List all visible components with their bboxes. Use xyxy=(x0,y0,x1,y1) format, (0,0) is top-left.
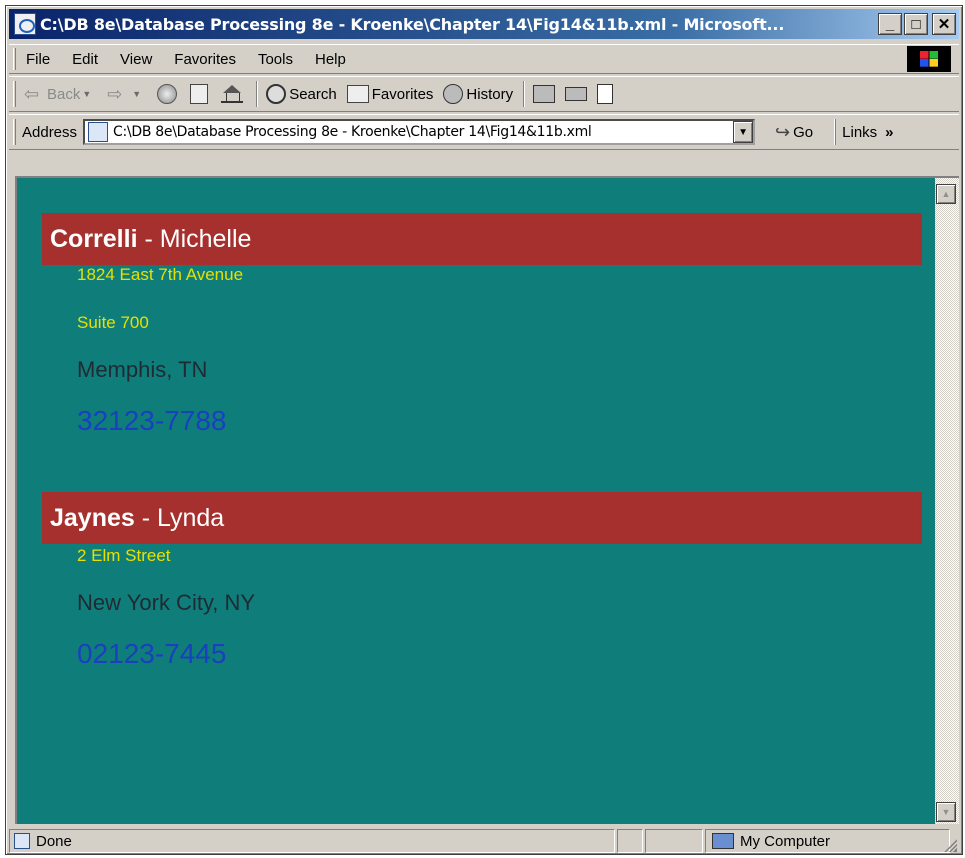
page-content: Correlli - Michelle 1824 East 7th Avenue… xyxy=(15,176,935,824)
status-pane: Done xyxy=(9,829,615,853)
close-button[interactable]: ✕ xyxy=(932,13,956,35)
menu-edit[interactable]: Edit xyxy=(72,51,98,68)
history-icon xyxy=(443,84,464,104)
first-name: Lynda xyxy=(157,503,225,532)
back-arrow-icon: ⇦ xyxy=(24,84,40,104)
history-button[interactable]: History xyxy=(443,84,513,104)
back-dropdown-icon[interactable]: ▼ xyxy=(82,89,91,99)
favorites-icon xyxy=(346,85,369,103)
go-label: Go xyxy=(793,123,814,141)
first-name: Michelle xyxy=(159,224,252,253)
name-separator: - xyxy=(137,224,160,253)
edit-icon[interactable] xyxy=(597,84,614,104)
refresh-icon xyxy=(190,84,209,104)
zip-code: 32123-7788 xyxy=(77,405,227,436)
toolbar-separator xyxy=(523,81,526,107)
search-label: Search xyxy=(289,85,337,103)
city-state: New York City, NY xyxy=(77,590,256,615)
address-label: Address xyxy=(22,123,78,141)
address-bar: Address C:\DB 8e\Database Processing 8e … xyxy=(9,114,959,150)
go-button[interactable]: ↪ Go xyxy=(775,122,813,143)
person-name-bar: Jaynes - Lynda xyxy=(42,492,922,544)
forward-dropdown-icon[interactable]: ▼ xyxy=(132,89,141,99)
address-dropdown-button[interactable]: ▼ xyxy=(733,121,754,143)
resize-grip[interactable] xyxy=(943,838,957,852)
links-label: Links xyxy=(842,123,878,141)
toolbar-grip[interactable] xyxy=(13,81,16,107)
windows-logo-icon xyxy=(907,46,951,72)
print-icon[interactable] xyxy=(533,85,556,103)
search-button[interactable]: Search xyxy=(266,84,337,104)
forward-button[interactable]: ⇨ ▼ xyxy=(107,84,147,104)
address-input[interactable]: C:\DB 8e\Database Processing 8e - Kroenk… xyxy=(83,119,756,145)
xml-document-icon xyxy=(88,122,109,142)
person-record: Jaynes - Lynda 2 Elm Street New York Cit… xyxy=(42,492,922,670)
favorites-button[interactable]: Favorites xyxy=(346,85,434,103)
favorites-label: Favorites xyxy=(371,85,434,103)
scroll-down-button[interactable]: ▼ xyxy=(936,802,956,822)
toolbar-separator xyxy=(256,81,259,107)
go-arrow-icon: ↪ xyxy=(775,121,791,142)
person-name-bar: Correlli - Michelle xyxy=(42,213,922,265)
last-name: Jaynes xyxy=(50,503,135,532)
internet-explorer-icon[interactable] xyxy=(14,13,36,35)
address-line: 1824 East 7th Avenue xyxy=(77,265,244,284)
links-button[interactable]: Links » xyxy=(835,119,894,145)
menu-tools[interactable]: Tools xyxy=(258,51,293,68)
zone-text: My Computer xyxy=(740,832,831,850)
name-separator: - xyxy=(134,503,158,532)
menu-bar: File Edit View Favorites Tools Help xyxy=(9,44,959,74)
status-bar: Done My Computer xyxy=(9,828,959,854)
stop-icon xyxy=(157,84,178,104)
stop-button[interactable] xyxy=(157,84,180,104)
menu-view[interactable]: View xyxy=(120,51,152,68)
forward-arrow-icon: ⇨ xyxy=(107,84,123,104)
scroll-up-button[interactable]: ▲ xyxy=(936,184,956,204)
my-computer-icon xyxy=(712,833,734,849)
status-pane-progress xyxy=(617,829,643,853)
window-title: C:\DB 8e\Database Processing 8e - Kroenk… xyxy=(40,14,785,34)
menu-help[interactable]: Help xyxy=(315,51,346,68)
status-pane-security xyxy=(645,829,703,853)
back-button[interactable]: ⇦ Back ▼ xyxy=(24,84,97,104)
browser-window: C:\DB 8e\Database Processing 8e - Kroenk… xyxy=(5,5,963,855)
zip-code: 02123-7445 xyxy=(77,638,227,669)
last-name: Correlli xyxy=(50,224,138,253)
address-value[interactable]: C:\DB 8e\Database Processing 8e - Kroenk… xyxy=(113,124,733,140)
menu-grip[interactable] xyxy=(13,48,16,70)
address-line: Suite 700 xyxy=(77,313,149,332)
links-chevron-icon[interactable]: » xyxy=(885,124,893,141)
menu-file[interactable]: File xyxy=(26,51,50,68)
menu-favorites[interactable]: Favorites xyxy=(174,51,236,68)
address-line: 2 Elm Street xyxy=(77,546,171,565)
city-state: Memphis, TN xyxy=(77,357,208,382)
address-grip[interactable] xyxy=(13,119,16,145)
standard-toolbar: ⇦ Back ▼ ⇨ ▼ Search Favorites History xyxy=(9,76,959,112)
history-label: History xyxy=(466,85,514,103)
maximize-button[interactable]: □ xyxy=(904,13,928,35)
zone-pane: My Computer xyxy=(705,829,950,853)
vertical-scrollbar[interactable]: ▲ ▼ xyxy=(935,176,959,824)
status-text: Done xyxy=(36,832,72,850)
person-record: Correlli - Michelle 1824 East 7th Avenue… xyxy=(42,213,922,437)
minimize-button[interactable]: _ xyxy=(878,13,902,35)
mail-icon[interactable] xyxy=(565,87,588,101)
refresh-button[interactable] xyxy=(190,84,211,104)
home-button[interactable] xyxy=(221,85,246,103)
search-icon xyxy=(266,84,287,104)
back-label: Back xyxy=(47,85,81,103)
page-icon xyxy=(14,833,30,849)
title-bar[interactable]: C:\DB 8e\Database Processing 8e - Kroenk… xyxy=(9,9,959,39)
home-icon xyxy=(221,85,244,103)
